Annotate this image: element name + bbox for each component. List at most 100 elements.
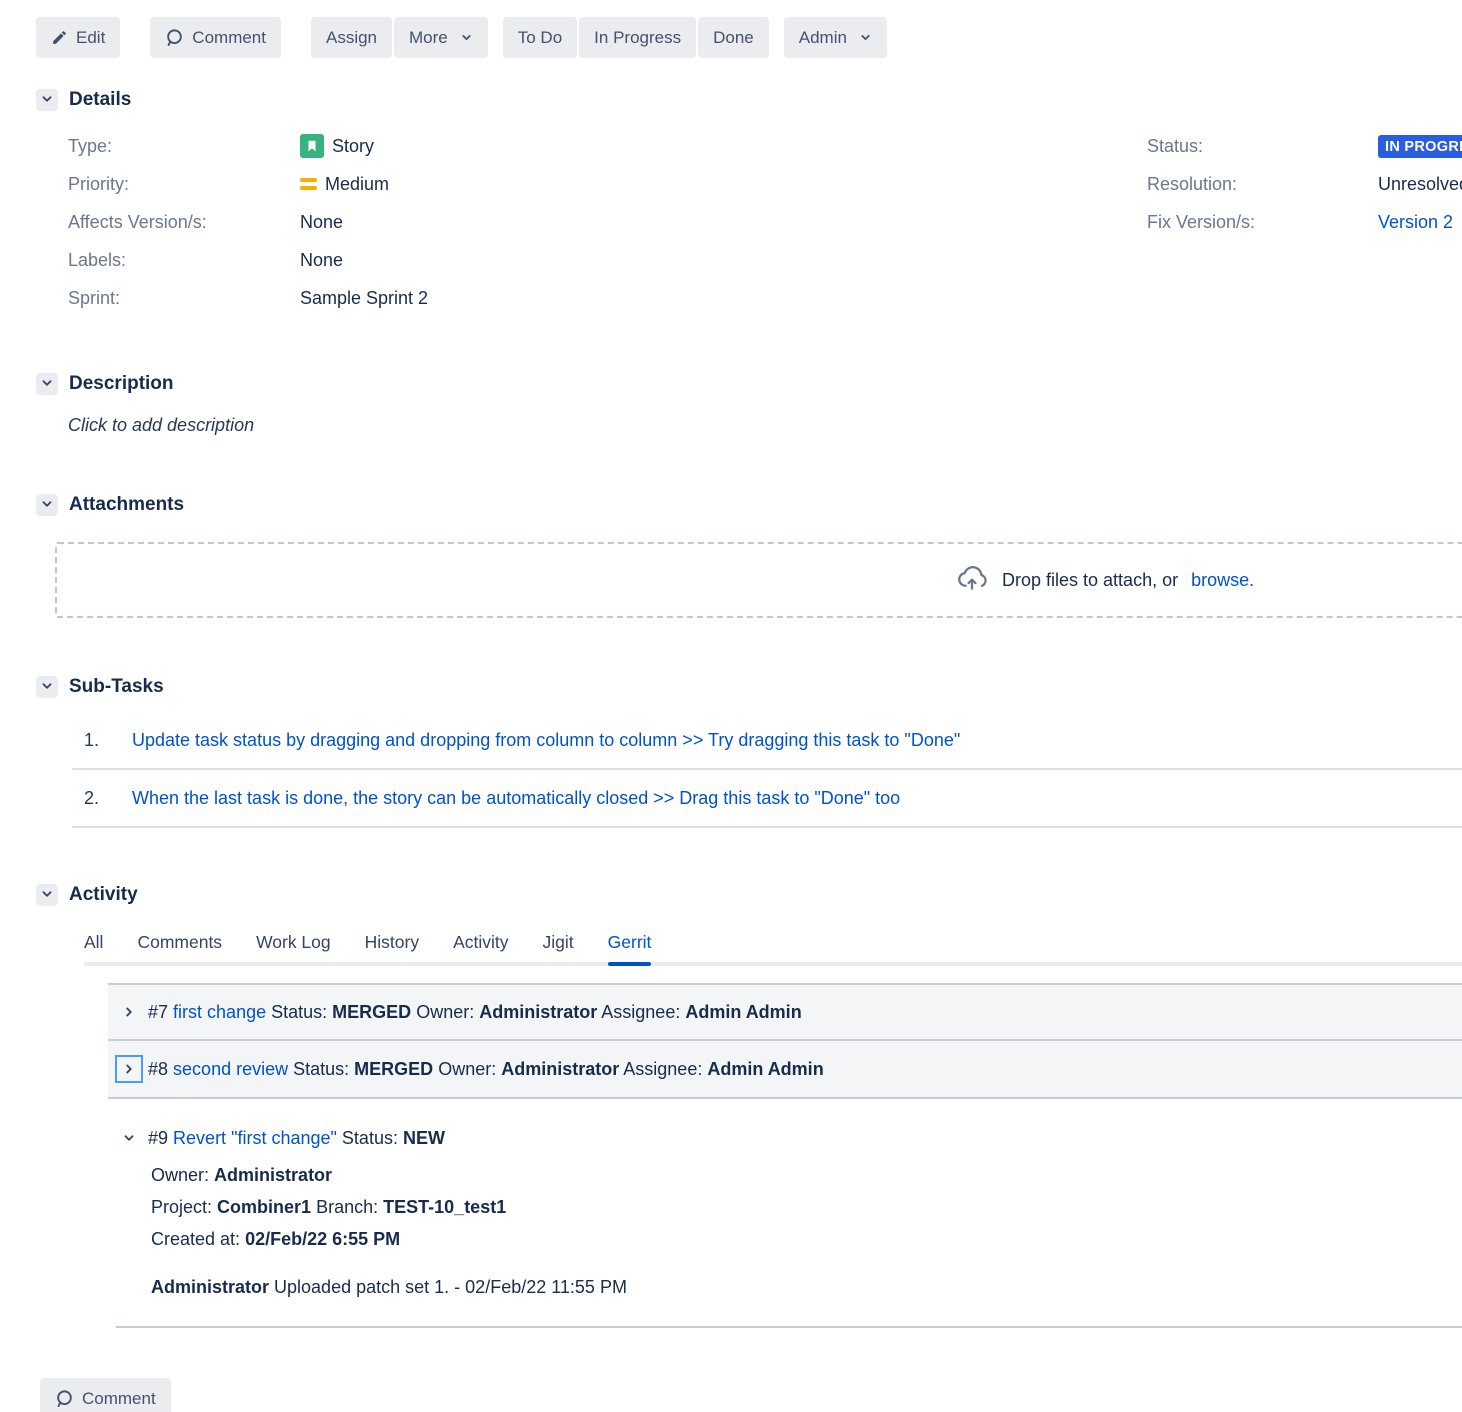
gerrit-status-value: NEW [403, 1128, 445, 1148]
tab-jigit[interactable]: Jigit [543, 932, 574, 966]
affects-version-value: None [300, 212, 343, 233]
assign-button-label: Assign [326, 28, 377, 48]
tab-gerrit[interactable]: Gerrit [608, 932, 652, 966]
labels-value: None [300, 250, 343, 271]
gerrit-status-value: MERGED [332, 1002, 411, 1022]
tab-comments[interactable]: Comments [137, 932, 222, 966]
footer-comment-button[interactable]: Comment [40, 1378, 171, 1412]
more-button[interactable]: More [394, 17, 488, 58]
field-row-fix-version: Fix Version/s: Version 2 [1147, 203, 1462, 241]
chevron-down-icon [40, 679, 54, 696]
chevron-down-icon [40, 376, 54, 393]
comment-button[interactable]: Comment [150, 17, 281, 58]
subtasks-collapse-toggle[interactable] [36, 676, 58, 698]
attachments-collapse-toggle[interactable] [36, 494, 58, 516]
footer: Comment [40, 1378, 1462, 1412]
subtask-row: 1. Update task status by dragging and dr… [72, 712, 1462, 770]
fix-version-label: Fix Version/s: [1147, 212, 1378, 233]
gerrit-owner-label: Owner: [151, 1165, 209, 1185]
description-section-header: Description [36, 373, 1462, 395]
more-button-label: More [409, 28, 448, 48]
attachment-dropzone[interactable]: Drop files to attach, or browse. [55, 542, 1462, 618]
tabs-underline-strip [84, 962, 1462, 966]
gerrit-row-summary: #9 Revert "first change" Status: NEW [148, 1128, 445, 1149]
field-row-resolution: Resolution: Unresolved [1147, 165, 1462, 203]
gerrit-owner-value: Administrator [214, 1165, 332, 1185]
gerrit-created-value: 02/Feb/22 6:55 PM [245, 1229, 400, 1249]
tab-all[interactable]: All [84, 932, 103, 966]
description-section: Description Click to add description [36, 373, 1462, 436]
attachments-section-header: Attachments [36, 494, 1462, 516]
tab-work-log[interactable]: Work Log [256, 932, 331, 966]
dropzone-text: Drop files to attach, or [1002, 570, 1178, 591]
gerrit-change-id: #7 [148, 1002, 168, 1022]
gerrit-project-line: Project: Combiner1 Branch: TEST-10_test1 [151, 1191, 1462, 1223]
pencil-icon [51, 29, 68, 46]
edit-button[interactable]: Edit [36, 17, 120, 58]
chevron-down-icon[interactable] [116, 1125, 142, 1151]
type-label: Type: [68, 136, 300, 157]
priority-label: Priority: [68, 174, 300, 195]
gerrit-patchset-line: Administrator Uploaded patch set 1. - 02… [151, 1277, 1462, 1298]
gerrit-owner-label: Owner: [438, 1059, 496, 1079]
admin-button[interactable]: Admin [784, 17, 887, 58]
gerrit-project-label: Project: [151, 1197, 212, 1217]
details-section-header: Details [36, 89, 1462, 111]
labels-label: Labels: [68, 250, 300, 271]
gerrit-status-label: Status: [293, 1059, 349, 1079]
chevron-down-icon [40, 887, 54, 904]
priority-value: Medium [300, 174, 389, 195]
attachments-section-title: Attachments [69, 494, 184, 516]
gerrit-row-9-header: #9 Revert "first change" Status: NEW [116, 1125, 1462, 1151]
chevron-right-icon[interactable] [116, 1056, 142, 1082]
admin-button-label: Admin [799, 28, 847, 48]
chevron-down-icon [460, 31, 473, 44]
details-fields: Type: Story Priority: Medium Affects Ver… [68, 127, 1462, 317]
gerrit-patch-text: Uploaded patch set 1. - [274, 1277, 460, 1297]
details-collapse-toggle[interactable] [36, 89, 58, 111]
chevron-right-icon[interactable] [116, 999, 142, 1025]
subtask-link[interactable]: When the last task is done, the story ca… [132, 788, 900, 809]
subtasks-section-title: Sub-Tasks [69, 676, 164, 698]
story-bookmark-icon [300, 134, 324, 158]
gerrit-assignee-value: Admin Admin [685, 1002, 801, 1022]
field-row-status: Status: IN PROGRESS [1147, 127, 1462, 165]
in-progress-button[interactable]: In Progress [579, 17, 696, 58]
gerrit-row-9-expanded: #9 Revert "first change" Status: NEW Own… [108, 1099, 1462, 1328]
gerrit-status-label: Status: [271, 1002, 327, 1022]
resolution-label: Resolution: [1147, 174, 1378, 195]
description-collapse-toggle[interactable] [36, 373, 58, 395]
gerrit-change-link[interactable]: Revert "first change" [173, 1128, 337, 1148]
assign-button[interactable]: Assign [311, 17, 392, 58]
gerrit-change-details: Owner: Administrator Project: Combiner1 … [151, 1159, 1462, 1255]
type-value: Story [300, 134, 374, 158]
todo-button[interactable]: To Do [503, 17, 577, 58]
chevron-down-icon [40, 497, 54, 514]
description-section-title: Description [69, 373, 174, 395]
activity-section-header: Activity [36, 884, 1462, 906]
activity-collapse-toggle[interactable] [36, 884, 58, 906]
details-section-title: Details [69, 89, 131, 111]
gerrit-change-link[interactable]: first change [173, 1002, 266, 1022]
done-button[interactable]: Done [698, 17, 769, 58]
gerrit-change-link[interactable]: second review [173, 1059, 288, 1079]
gerrit-change-list: #7 first change Status: MERGED Owner: Ad… [108, 983, 1462, 1328]
tab-history[interactable]: History [365, 932, 419, 966]
description-placeholder[interactable]: Click to add description [68, 415, 1462, 436]
browse-link[interactable]: browse. [1191, 570, 1254, 591]
tab-activity[interactable]: Activity [453, 932, 508, 966]
gerrit-owner-value: Administrator [479, 1002, 597, 1022]
gerrit-patch-author: Administrator [151, 1277, 269, 1297]
activity-section-title: Activity [69, 884, 138, 906]
gerrit-row-summary: #7 first change Status: MERGED Owner: Ad… [148, 1002, 802, 1023]
activity-section: Activity All Comments Work Log History A… [36, 884, 1462, 1328]
gerrit-patch-time: 02/Feb/22 11:55 PM [465, 1277, 627, 1297]
gerrit-status-value: MERGED [354, 1059, 433, 1079]
subtask-link[interactable]: Update task status by dragging and dropp… [132, 730, 960, 751]
gerrit-row-8: #8 second review Status: MERGED Owner: A… [108, 1041, 1462, 1099]
status-badge: IN PROGRESS [1378, 135, 1462, 158]
jira-issue-page: Edit Comment Assign More To Do [0, 0, 1462, 1412]
fix-version-link[interactable]: Version 2 [1378, 212, 1453, 233]
todo-button-label: To Do [518, 28, 562, 48]
gerrit-owner-value: Administrator [501, 1059, 619, 1079]
